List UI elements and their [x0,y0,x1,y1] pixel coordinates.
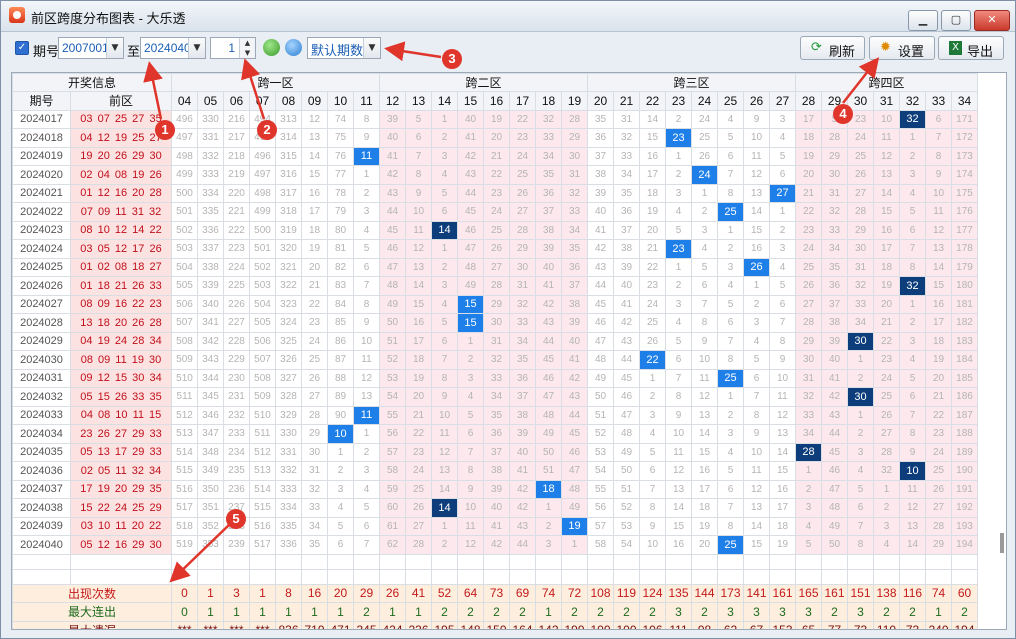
arrow-5 [169,522,232,583]
arrow-1 [143,61,163,120]
main-window: 前区跨度分布图表 - 大乐透 ▁ ▢ ✕ ✓ 期号 2007001 ▼ 至 20… [0,0,1016,639]
arrow-4 [842,57,880,104]
arrow-3 [384,41,442,62]
arrow-2 [241,58,266,120]
annotation-arrows [143,41,880,583]
